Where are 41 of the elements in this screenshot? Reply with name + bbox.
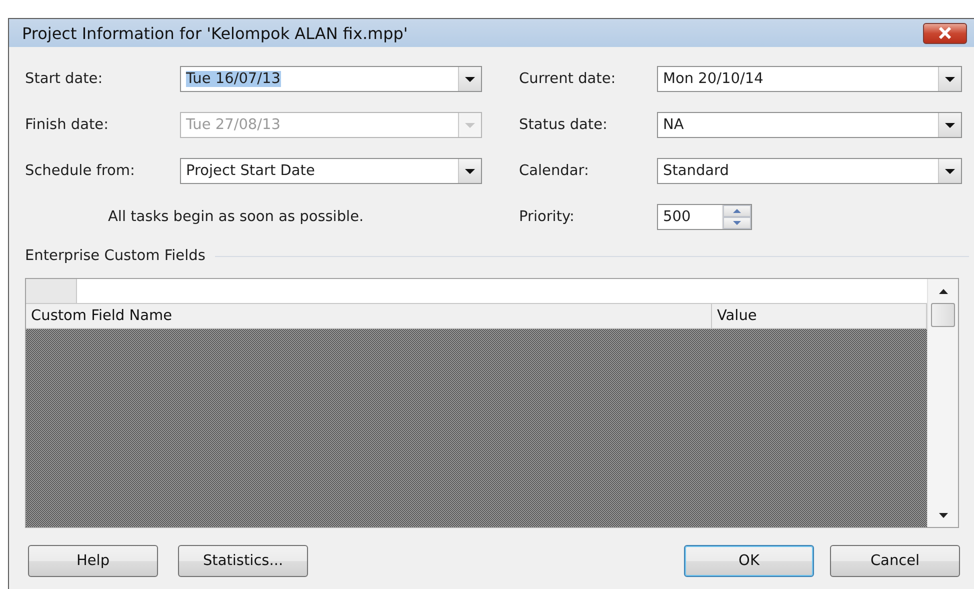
- field-value: Tue 16/07/13: [186, 71, 280, 87]
- field-label: Current date:: [519, 71, 617, 87]
- dropdown-button[interactable]: [938, 159, 961, 183]
- column-header[interactable]: Custom Field Name: [26, 304, 712, 328]
- scroll-down-icon[interactable]: [938, 512, 948, 518]
- dialog-button[interactable]: Help: [28, 545, 158, 577]
- field-value: 500: [663, 209, 691, 225]
- field-label: Start date:: [25, 71, 104, 87]
- dialog-button[interactable]: OK: [684, 545, 814, 577]
- window-title: Project Information for 'Kelompok ALAN fix.mpp': [22, 24, 408, 42]
- scrollbar[interactable]: [927, 279, 958, 527]
- scroll-thumb[interactable]: [931, 303, 955, 327]
- close-icon: [937, 27, 953, 39]
- spin-buttons[interactable]: [722, 205, 751, 229]
- dropdown-button[interactable]: [458, 159, 481, 183]
- field-value: Mon 20/10/14: [663, 71, 764, 87]
- priority-spinner[interactable]: 500: [657, 204, 752, 230]
- dropdown-field[interactable]: NA: [657, 112, 962, 138]
- field-value: Standard: [663, 163, 729, 179]
- field-value: NA: [663, 117, 684, 133]
- field-label: Calendar:: [519, 163, 590, 179]
- field-label: Finish date:: [25, 117, 110, 133]
- scroll-up-icon[interactable]: [938, 288, 948, 294]
- field-label: Schedule from:: [25, 163, 136, 179]
- dialog-button[interactable]: Cancel: [830, 545, 960, 577]
- field-value: Tue 27/08/13: [186, 117, 280, 133]
- field-value: Project Start Date: [186, 163, 315, 179]
- dialog-button[interactable]: Statistics...: [178, 545, 308, 577]
- dropdown-field[interactable]: Project Start Date: [180, 158, 482, 184]
- field-label: Status date:: [519, 117, 608, 133]
- group-title: Enterprise Custom Fields: [25, 248, 206, 264]
- dropdown-button[interactable]: [458, 67, 481, 91]
- field-label: Priority:: [519, 209, 576, 225]
- dropdown-button[interactable]: [938, 113, 961, 137]
- dropdown-field[interactable]: Tue 16/07/13: [180, 66, 482, 92]
- dropdown-field[interactable]: Mon 20/10/14: [657, 66, 962, 92]
- close-button[interactable]: [923, 22, 967, 44]
- schedule-note: All tasks begin as soon as possible.: [108, 209, 364, 225]
- dropdown-button[interactable]: [938, 67, 961, 91]
- corner-cell[interactable]: [26, 279, 77, 303]
- dropdown-field[interactable]: Standard: [657, 158, 962, 184]
